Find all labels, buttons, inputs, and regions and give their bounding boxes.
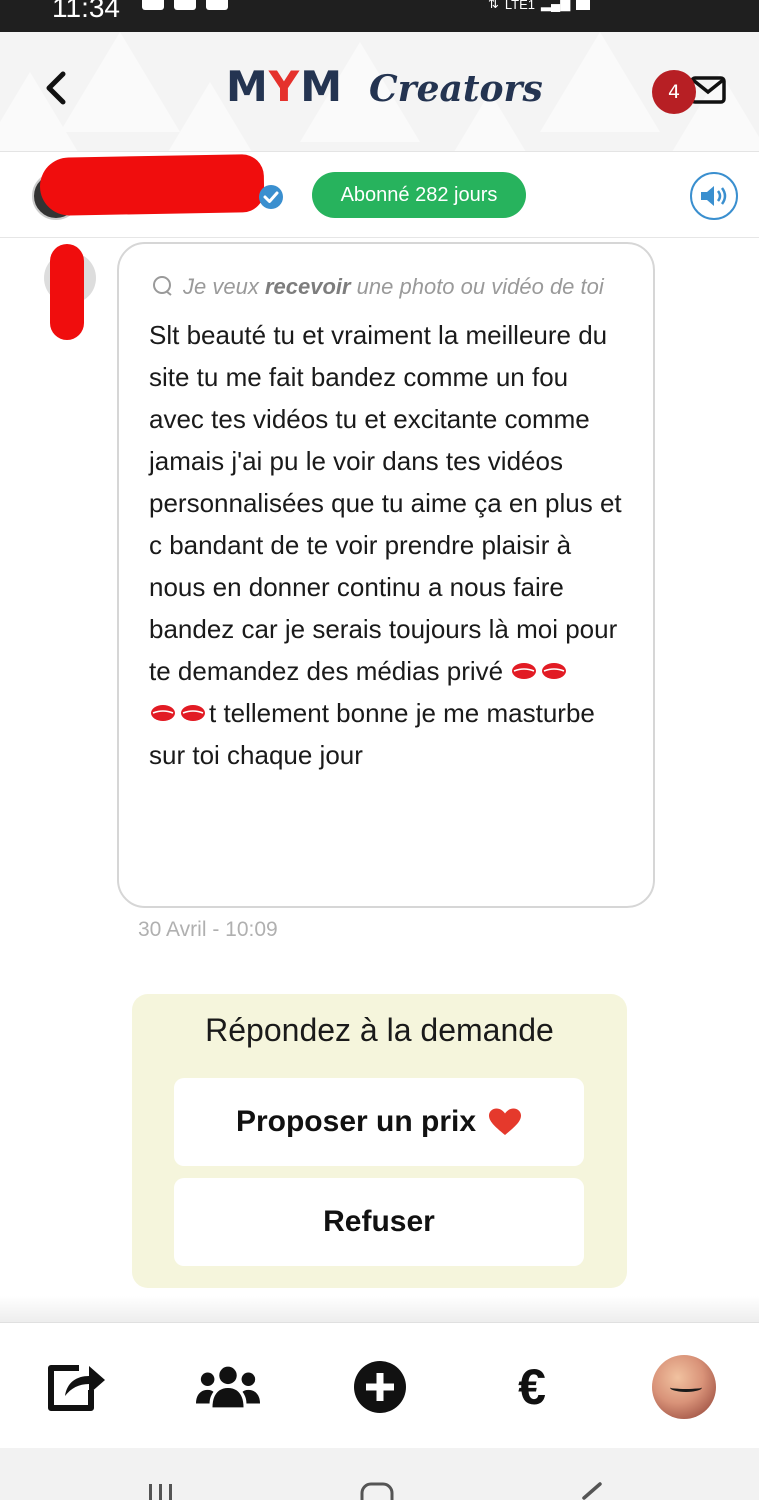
message-bubble: Je veux recevoir une photo ou vidéo de t… <box>117 242 655 908</box>
reply-title: Répondez à la demande <box>205 1012 554 1048</box>
subscription-duration-badge: Abonné 282 jours <box>312 172 526 218</box>
kiss-mark-icon <box>512 663 567 679</box>
battery-icon <box>576 0 591 10</box>
nav-share[interactable] <box>44 1355 108 1419</box>
profile-avatar <box>652 1355 716 1419</box>
message-text-part2: t tellement bonne je me masturbe sur toi… <box>149 698 603 770</box>
add-circle-icon <box>354 1361 406 1413</box>
euro-icon: € <box>518 1359 546 1415</box>
redacted-avatar <box>50 244 84 340</box>
nav-users[interactable] <box>196 1355 260 1419</box>
logo-mym: MYM <box>226 62 344 111</box>
signal-icon: ▂▄▆ <box>541 0 571 11</box>
verified-icon <box>259 185 283 209</box>
reply-panel: Répondez à la demande Proposer un prix R… <box>132 994 627 1288</box>
logo-creators: Creators <box>369 68 543 110</box>
signal-arrows-icon: ⇅ <box>488 0 499 11</box>
app-logo[interactable]: MYM Creators <box>226 62 543 111</box>
status-network: ⇅ LTE1 ▂▄▆ <box>488 0 591 12</box>
nav-profile[interactable] <box>652 1355 716 1419</box>
refuse-button[interactable]: Refuser <box>174 1178 584 1266</box>
subscriber-bar: Abonné 282 jours <box>0 152 759 238</box>
bottom-nav-shadow <box>0 1296 759 1324</box>
back-button[interactable] <box>36 68 76 108</box>
message-timestamp: 30 Avril - 10:09 <box>138 918 278 941</box>
request-prefix: Je veux <box>183 274 265 299</box>
chat-bubble-icon <box>153 276 172 296</box>
heart-icon <box>489 1108 522 1135</box>
home-icon[interactable] <box>360 1482 394 1500</box>
messages-button[interactable]: 4 <box>652 68 732 114</box>
request-verb: recevoir <box>264 274 351 299</box>
request-suffix: une photo ou vidéo de toi <box>350 274 604 299</box>
redacted-username <box>39 154 265 216</box>
users-icon <box>196 1366 260 1408</box>
unread-badge: 4 <box>652 70 696 114</box>
speaker-icon <box>701 186 727 206</box>
message-text: Slt beauté tu et vraiment la meilleure d… <box>149 314 625 776</box>
back-nav-icon[interactable] <box>578 1482 604 1500</box>
request-type: Je veux recevoir une photo ou vidéo de t… <box>149 266 625 308</box>
message-text-part1: Slt beauté tu et vraiment la meilleure d… <box>149 320 629 686</box>
chevron-left-icon <box>46 71 66 105</box>
propose-price-label: Proposer un prix <box>235 1105 477 1138</box>
propose-price-button[interactable]: Proposer un prix <box>174 1078 584 1166</box>
status-bar: 11:34 ⇅ LTE1 ▂▄▆ <box>0 0 759 32</box>
nav-add[interactable] <box>348 1355 412 1419</box>
status-notification-icons <box>142 0 228 12</box>
refuse-label: Refuser <box>323 1205 435 1238</box>
app-header: MYM Creators 4 <box>0 32 759 152</box>
nav-earnings[interactable]: € <box>500 1355 564 1419</box>
bottom-nav: € <box>0 1322 759 1448</box>
recent-apps-icon[interactable] <box>146 1482 176 1500</box>
kiss-mark-icon <box>151 705 205 721</box>
network-label: LTE1 <box>504 0 536 12</box>
share-icon <box>48 1365 105 1411</box>
sound-button[interactable] <box>690 172 738 220</box>
system-nav-bar <box>0 1448 759 1500</box>
status-time: 11:34 <box>52 0 120 23</box>
